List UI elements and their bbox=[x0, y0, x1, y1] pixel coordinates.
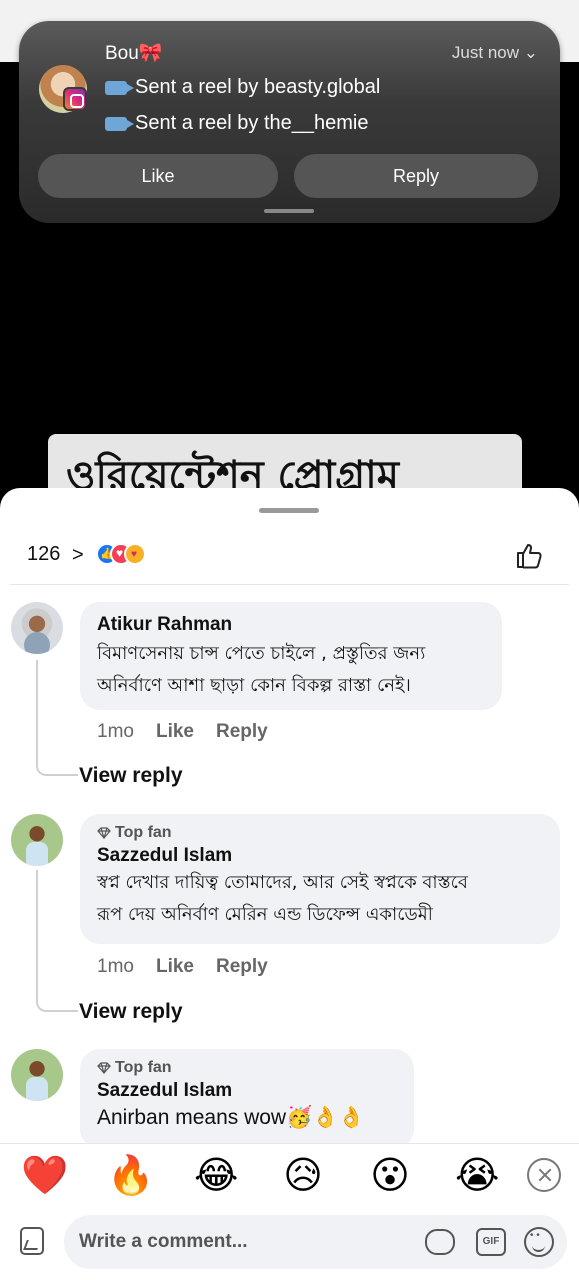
drag-handle[interactable] bbox=[264, 209, 314, 213]
comment-bubble[interactable]: Top fan Sazzedul Islam স্বপ্ন দেখার দায়… bbox=[80, 814, 560, 944]
avatar-sticker-icon[interactable] bbox=[425, 1229, 455, 1255]
heart-emoji[interactable]: ❤️ bbox=[21, 1154, 68, 1198]
image-icon[interactable] bbox=[20, 1227, 44, 1255]
comment-text: রূপ দেয় অনির্বাণ মেরিন এন্ড ডিফেন্স একা… bbox=[97, 904, 433, 925]
message-notification[interactable]: Bou🎀 Just now ⌄ Sent a reel by beasty.gl… bbox=[19, 21, 560, 223]
avatar[interactable] bbox=[11, 602, 63, 654]
avatar[interactable] bbox=[11, 1049, 63, 1101]
notification-line: Sent a reel by beasty.global bbox=[105, 76, 380, 99]
comment-text: বিমাণসেনায় চান্স পেতে চাইলে , প্রস্তুতি… bbox=[97, 643, 426, 664]
notification-reply-button[interactable]: Reply bbox=[294, 154, 538, 198]
comment-text: Anirban means wow🥳👌👌 bbox=[97, 1106, 365, 1129]
instagram-icon bbox=[63, 87, 87, 111]
comment-like-button[interactable]: Like bbox=[156, 956, 194, 978]
comment-text: অনির্বাণে আশা ছাড়া কোন বিকল্প রাস্তা নে… bbox=[97, 675, 411, 696]
crying-emoji[interactable]: 😭 bbox=[455, 1154, 499, 1198]
comment-time: 1mo bbox=[97, 721, 134, 742]
reaction-count[interactable]: 126 bbox=[27, 543, 60, 566]
care-reaction-icon bbox=[124, 543, 146, 565]
chevron-down-icon[interactable]: ⌄ bbox=[524, 43, 538, 62]
comment-bubble[interactable]: Top fan Sazzedul Islam Anirban means wow… bbox=[80, 1049, 414, 1149]
reaction-icons[interactable] bbox=[96, 543, 166, 565]
video-camera-icon bbox=[105, 116, 134, 131]
comment-like-button[interactable]: Like bbox=[156, 721, 194, 743]
comment-composer: Write a comment... GIF bbox=[0, 1207, 579, 1280]
top-fan-badge: Top fan bbox=[97, 1059, 397, 1077]
video-camera-icon bbox=[105, 80, 134, 95]
comment-reply-button[interactable]: Reply bbox=[216, 956, 268, 978]
laughing-emoji[interactable]: 😂 bbox=[194, 1154, 238, 1198]
quick-emoji-bar: ❤️ 🔥 😂 😥 😮 😭 bbox=[0, 1143, 579, 1207]
thumbs-up-icon[interactable] bbox=[515, 540, 545, 570]
sad-emoji[interactable]: 😥 bbox=[281, 1154, 325, 1198]
thread-line bbox=[36, 870, 78, 1012]
close-icon[interactable] bbox=[527, 1158, 561, 1192]
comment-author[interactable]: Sazzedul Islam bbox=[97, 845, 543, 867]
comment-input[interactable]: Write a comment... GIF bbox=[64, 1215, 567, 1269]
comment-author[interactable]: Sazzedul Islam bbox=[97, 1080, 397, 1102]
comment-meta: 1mo Like Reply bbox=[97, 956, 268, 978]
notification-sender: Bou🎀 bbox=[105, 43, 163, 64]
comment-reply-button[interactable]: Reply bbox=[216, 721, 268, 743]
chevron-right-icon[interactable]: > bbox=[72, 544, 84, 567]
notification-line: Sent a reel by the__hemie bbox=[105, 112, 369, 135]
comment-text: স্বপ্ন দেখার দায়িত্ব তোমাদের, আর সেই স্… bbox=[97, 872, 468, 893]
view-reply-link[interactable]: View reply bbox=[79, 1000, 183, 1024]
top-fan-badge: Top fan bbox=[97, 824, 543, 842]
sheet-drag-handle[interactable] bbox=[259, 508, 319, 513]
view-reply-link[interactable]: View reply bbox=[79, 764, 183, 788]
comment-bubble[interactable]: Atikur Rahman বিমাণসেনায় চান্স পেতে চাই… bbox=[80, 602, 502, 710]
comment-author[interactable]: Atikur Rahman bbox=[97, 614, 485, 636]
comment-meta: 1mo Like Reply bbox=[97, 721, 268, 743]
surprised-emoji[interactable]: 😮 bbox=[368, 1154, 412, 1198]
thread-line bbox=[36, 660, 78, 776]
diamond-icon bbox=[97, 1062, 111, 1074]
divider bbox=[10, 584, 569, 585]
notification-time: Just now ⌄ bbox=[451, 43, 538, 62]
emoji-icon[interactable] bbox=[524, 1227, 554, 1257]
diamond-icon bbox=[97, 827, 111, 839]
comment-placeholder: Write a comment... bbox=[79, 1231, 248, 1252]
gif-icon[interactable]: GIF bbox=[476, 1228, 506, 1256]
avatar[interactable] bbox=[11, 814, 63, 866]
comment-time: 1mo bbox=[97, 956, 134, 977]
fire-emoji[interactable]: 🔥 bbox=[107, 1154, 154, 1198]
notification-like-button[interactable]: Like bbox=[38, 154, 278, 198]
